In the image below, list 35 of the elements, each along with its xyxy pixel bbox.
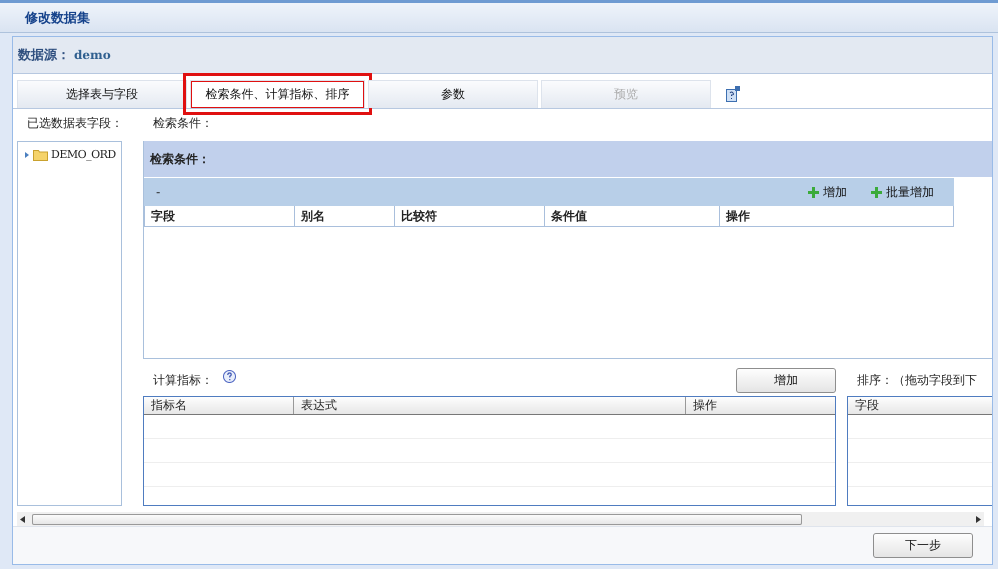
column-header: 指标名 (144, 397, 294, 414)
column-header: 字段 (145, 206, 295, 226)
datasource-label: 数据源： (18, 47, 70, 64)
tab[interactable]: 参数 (368, 80, 538, 108)
column-header: 字段 (854, 397, 880, 414)
sort-label: 排序：（拖动字段到下 (856, 372, 977, 389)
column-header: 操作 (692, 397, 718, 414)
help-book-icon[interactable] (726, 86, 740, 102)
panel-title: 检索条件： (150, 150, 210, 168)
tab[interactable]: 选择表与字段 (17, 80, 187, 108)
plus-icon (808, 186, 819, 198)
scroll-right-icon[interactable] (976, 516, 981, 522)
search-conditions-label: 检索条件： (152, 115, 214, 132)
column-header: 操作 (724, 208, 751, 224)
scroll-left-icon[interactable] (20, 516, 25, 522)
help-icon[interactable] (223, 370, 236, 383)
add-link[interactable]: 批量增加 (871, 184, 934, 200)
column-header: 别名 (295, 206, 395, 226)
column-header: 表达式 (294, 397, 686, 414)
next-button[interactable]: 下一步 (873, 533, 973, 558)
window-title: 修改数据集 (25, 10, 90, 26)
selected-fields-label: 已选数据表字段： (26, 115, 122, 132)
tree-node[interactable]: DEMO_ORD (24, 148, 121, 161)
add-link[interactable]: 增加 (808, 184, 847, 200)
toolbar-text: - (156, 185, 162, 199)
scrollbar-thumb[interactable] (32, 514, 802, 524)
plus-icon (871, 186, 882, 198)
datasource-value: demo (74, 48, 111, 62)
expander-icon[interactable] (24, 152, 30, 158)
folder-icon (33, 148, 48, 160)
add-button[interactable]: 增加 (736, 368, 836, 393)
horizontal-scrollbar[interactable] (17, 512, 984, 526)
column-header: 条件值 (545, 206, 720, 226)
column-header: 比较符 (395, 206, 545, 226)
metrics-label: 计算指标： (152, 372, 213, 389)
